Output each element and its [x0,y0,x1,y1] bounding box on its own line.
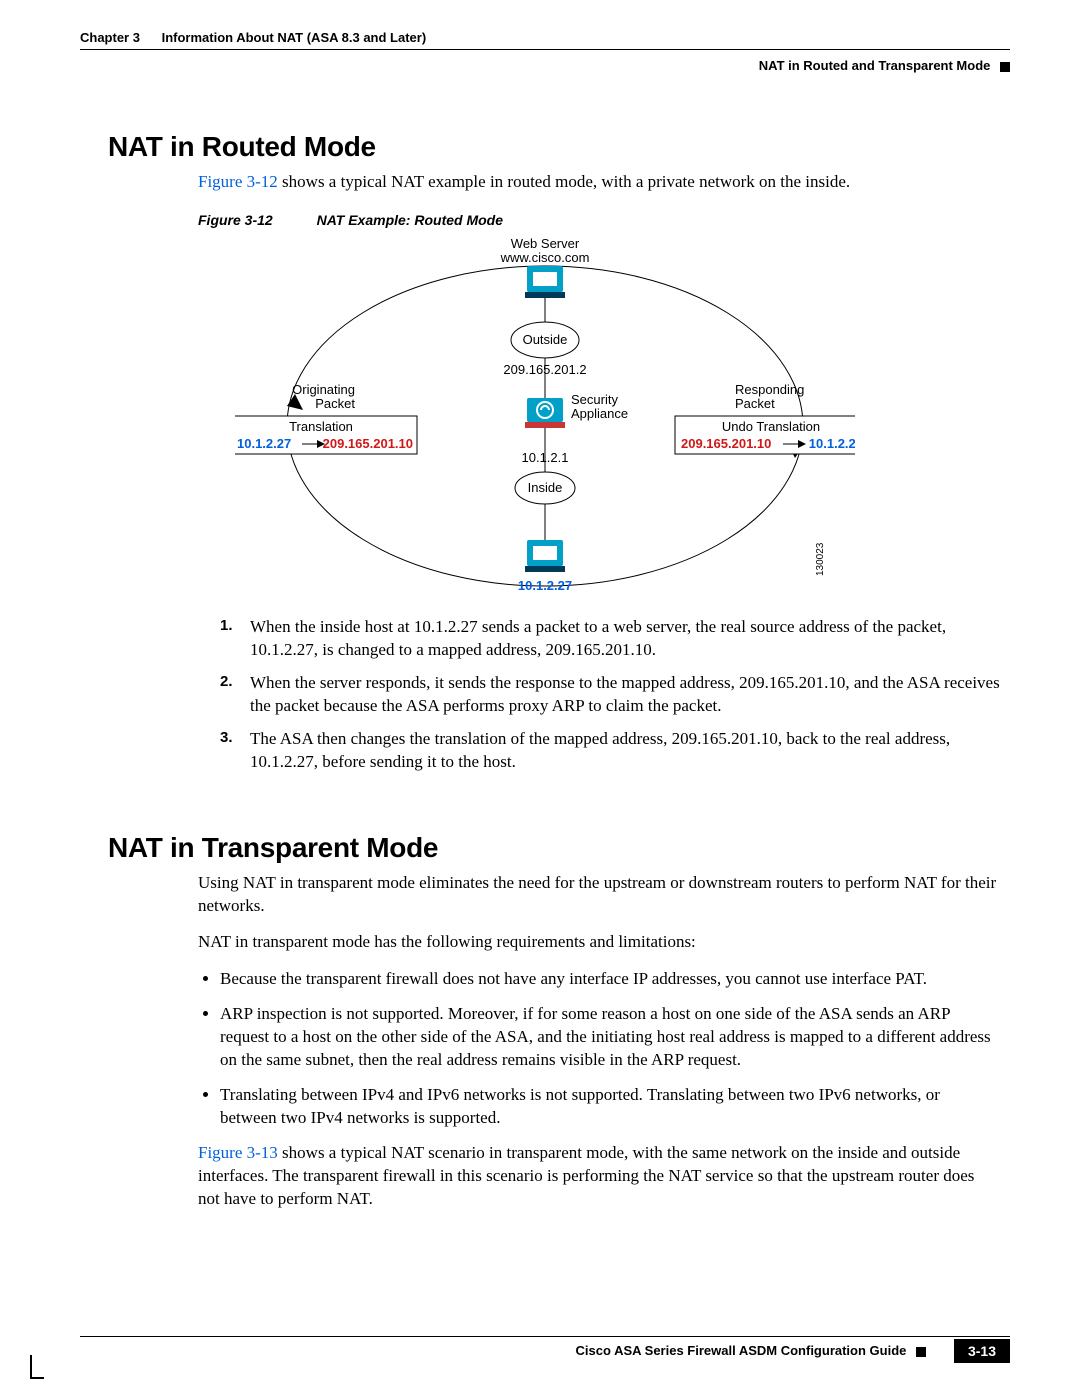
responding-label-1: Responding [735,382,804,397]
footer-marker-icon [916,1347,926,1357]
inside-ip-label: 10.1.2.1 [522,450,569,465]
transparent-p1: Using NAT in transparent mode eliminates… [198,872,1000,918]
heading-transparent-mode: NAT in Transparent Mode [108,832,1010,864]
list-item: ARP inspection is not supported. Moreove… [220,1003,1000,1072]
undo-src: 209.165.201.10 [681,436,771,451]
transparent-bullets: Because the transparent firewall does no… [220,968,1000,1130]
web-server-label: Web Server [511,236,580,251]
section-title: NAT in Routed and Transparent Mode [759,58,991,73]
routed-steps-list: 1.When the inside host at 10.1.2.27 send… [220,616,1000,774]
list-item: 2.When the server responds, it sends the… [220,672,1000,718]
guide-title: Cisco ASA Series Firewall ASDM Configura… [576,1343,907,1358]
routed-lead-paragraph: Figure 3-12 shows a typical NAT example … [198,171,1010,194]
security-label: Security [571,392,618,407]
list-item: Translating between IPv4 and IPv6 networ… [220,1084,1000,1130]
figure-3-12-link[interactable]: Figure 3-12 [198,172,278,191]
transparent-p3: Figure 3-13 shows a typical NAT scenario… [198,1142,1000,1211]
chapter-title: Information About NAT (ASA 8.3 and Later… [162,30,427,45]
inside-host-icon [525,540,565,572]
translation-dst: 209.165.201.10 [323,436,413,451]
bottom-host-ip: 10.1.2.27 [518,578,572,593]
diagram-id: 130023 [815,542,826,576]
outside-label: Outside [523,332,568,347]
nat-routed-diagram: Web Server www.cisco.com Outside 209.165… [235,234,855,604]
figure-3-13-link[interactable]: Figure 3-13 [198,1143,278,1162]
undo-translation-label: Undo Translation [722,419,820,434]
figure-title: NAT Example: Routed Mode [317,212,503,228]
web-server-url: www.cisco.com [500,250,590,265]
page-footer: Cisco ASA Series Firewall ASDM Configura… [80,1336,1010,1375]
outside-ip-label: 209.165.201.2 [503,362,586,377]
transparent-p2: NAT in transparent mode has the followin… [198,931,1000,954]
web-server-icon [525,266,565,298]
heading-routed-mode: NAT in Routed Mode [108,131,1010,163]
list-item: 3.The ASA then changes the translation o… [220,728,1000,774]
security-appliance-icon [525,398,565,428]
chapter-number: Chapter 3 [80,30,140,45]
translation-src: 10.1.2.27 [237,436,291,451]
page-header: Chapter 3 Information About NAT (ASA 8.3… [80,30,1010,73]
page-number: 3-13 [954,1339,1010,1363]
inside-label: Inside [528,480,563,495]
appliance-label: Appliance [571,406,628,421]
corner-mark-icon [30,1355,32,1379]
list-item: 1.When the inside host at 10.1.2.27 send… [220,616,1000,662]
figure-label: Figure 3-12 [198,212,273,228]
undo-dst: 10.1.2.27 [809,436,855,451]
header-marker-icon [1000,62,1010,72]
originating-label-2: Packet [315,396,355,411]
responding-label-2: Packet [735,396,775,411]
figure-caption: Figure 3-12 NAT Example: Routed Mode [198,212,1010,228]
list-item: Because the transparent firewall does no… [220,968,1000,991]
translation-label: Translation [289,419,353,434]
originating-label-1: Originating [292,382,355,397]
